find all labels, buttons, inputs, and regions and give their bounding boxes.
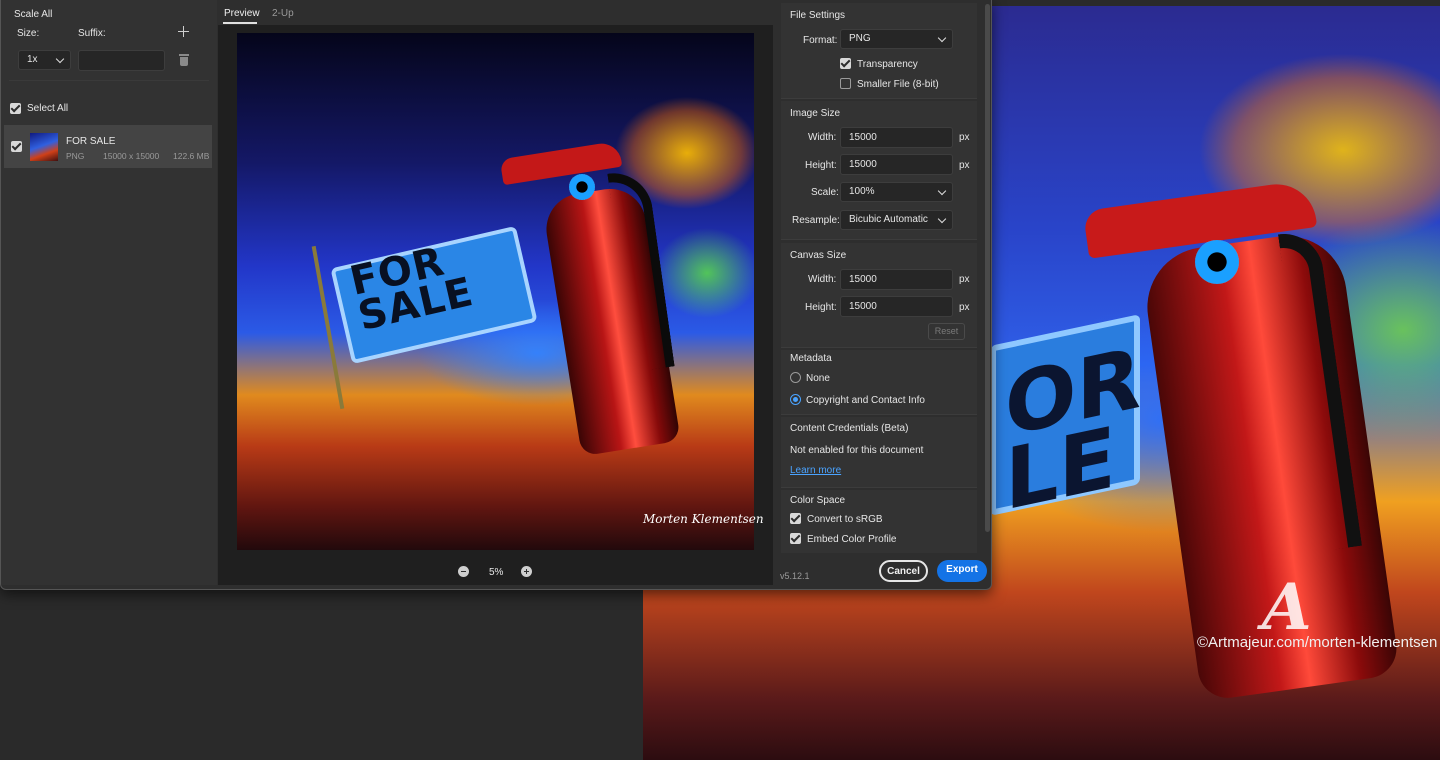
resample-label: Resample: xyxy=(792,215,840,226)
export-as-dialog: Scale All Size: Suffix: 1x Select All FO… xyxy=(0,0,992,590)
asset-filesize: 122.6 MB xyxy=(173,151,210,161)
asset-thumbnail xyxy=(30,133,58,161)
convert-srgb-checkbox[interactable] xyxy=(790,513,801,524)
zoom-out-icon[interactable] xyxy=(458,566,469,577)
asset-format: PNG xyxy=(66,151,85,161)
transparency-label: Transparency xyxy=(857,59,918,70)
metadata-copyright-radio[interactable] xyxy=(790,394,801,405)
chevron-down-icon xyxy=(937,33,947,43)
asset-name: FOR SALE xyxy=(66,136,116,147)
file-settings-title: File Settings xyxy=(790,10,846,21)
canvas-height-label: Height: xyxy=(805,302,837,313)
reset-button[interactable]: Reset xyxy=(928,323,965,340)
scale-select[interactable]: 100% xyxy=(840,182,953,202)
canvas-width-unit: px xyxy=(959,274,970,285)
scale-label: Scale: xyxy=(811,187,839,198)
preview-eye xyxy=(569,174,595,200)
smaller-file-checkbox[interactable] xyxy=(840,78,851,89)
metadata-none-label: None xyxy=(806,373,830,384)
image-width-label: Width: xyxy=(808,132,837,143)
canvas-eye xyxy=(1195,240,1239,284)
format-label: Format: xyxy=(803,35,838,46)
suffix-input[interactable] xyxy=(78,50,165,71)
tab-preview[interactable]: Preview xyxy=(224,8,260,19)
image-height-input[interactable]: 15000 xyxy=(840,154,953,175)
format-select[interactable]: PNG xyxy=(840,29,953,49)
tab-2up[interactable]: 2-Up xyxy=(272,8,294,19)
asset-list-item[interactable]: FOR SALE PNG 15000 x 15000 122.6 MB xyxy=(4,125,212,168)
trash-icon[interactable] xyxy=(179,54,189,66)
content-credentials-title: Content Credentials (Beta) xyxy=(790,423,909,434)
image-size-title: Image Size xyxy=(790,108,841,119)
chevron-down-icon xyxy=(55,54,65,64)
content-credentials-status: Not enabled for this document xyxy=(790,445,924,456)
asset-checkbox[interactable] xyxy=(11,141,22,152)
transparency-checkbox[interactable] xyxy=(840,58,851,69)
artist-signature: Morten Klementsen xyxy=(643,512,764,526)
image-height-label: Height: xyxy=(805,160,837,171)
canvas-size-title: Canvas Size xyxy=(790,250,847,261)
watermark-text: ©Artmajeur.com/morten-klementsen xyxy=(1197,634,1438,651)
metadata-title: Metadata xyxy=(790,353,832,364)
chevron-down-icon xyxy=(937,214,947,224)
canvas-sign-text: OR LE xyxy=(1005,328,1142,530)
color-space-title: Color Space xyxy=(790,495,846,506)
size-select[interactable]: 1x xyxy=(18,50,71,70)
cancel-button[interactable]: Cancel xyxy=(879,560,928,582)
image-width-unit: px xyxy=(959,132,970,143)
learn-more-link[interactable]: Learn more xyxy=(790,465,841,476)
screen: OR LE A ©Artmajeur.com/morten-klementsen … xyxy=(0,0,1440,760)
image-height-unit: px xyxy=(959,160,970,171)
select-all-checkbox[interactable] xyxy=(10,103,21,114)
export-button[interactable]: Export xyxy=(937,560,987,582)
tab-active-indicator xyxy=(223,22,257,24)
chevron-down-icon xyxy=(937,186,947,196)
asset-dimensions: 15000 x 15000 xyxy=(103,151,160,161)
suffix-label: Suffix: xyxy=(78,28,106,39)
size-label: Size: xyxy=(17,28,40,39)
convert-srgb-label: Convert to sRGB xyxy=(807,514,883,525)
select-all-label: Select All xyxy=(27,103,69,114)
canvas-height-input[interactable]: 15000 xyxy=(840,296,953,317)
metadata-copyright-label: Copyright and Contact Info xyxy=(806,395,925,406)
image-width-input[interactable]: 15000 xyxy=(840,127,953,148)
canvas-width-label: Width: xyxy=(808,274,837,285)
zoom-in-icon[interactable] xyxy=(521,566,532,577)
scale-all-title: Scale All xyxy=(14,9,53,20)
version-label: v5.12.1 xyxy=(780,571,810,581)
canvas-width-input[interactable]: 15000 xyxy=(840,269,953,290)
resample-select[interactable]: Bicubic Automatic xyxy=(840,210,953,230)
canvas-height-unit: px xyxy=(959,302,970,313)
metadata-none-radio[interactable] xyxy=(790,372,801,383)
smaller-file-label: Smaller File (8-bit) xyxy=(857,79,939,90)
settings-scrollbar[interactable] xyxy=(985,4,990,532)
add-scale-icon[interactable] xyxy=(178,26,189,37)
embed-profile-label: Embed Color Profile xyxy=(807,534,897,545)
embed-profile-checkbox[interactable] xyxy=(790,533,801,544)
zoom-level: 5% xyxy=(489,567,504,578)
left-panel: Scale All Size: Suffix: 1x Select All FO… xyxy=(1,0,217,585)
